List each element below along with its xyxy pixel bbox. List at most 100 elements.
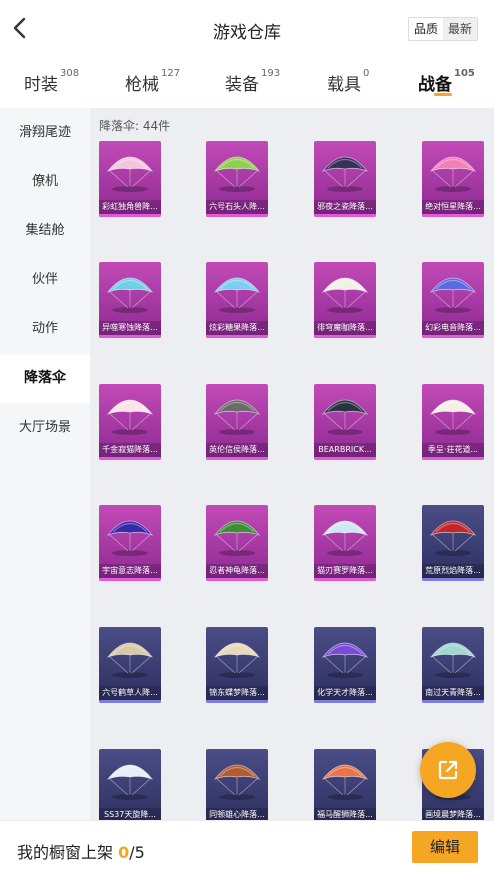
share-button[interactable] [420,742,476,798]
sidebar-item-glide-trail[interactable]: 滑翔尾迹 [0,108,90,157]
rarity-bar [206,335,268,338]
parachute-item-card[interactable]: 猫刃赛罗降落... [314,505,376,581]
parachute-name: 异噬寒蚀降落... [99,321,161,335]
tab-weapons[interactable]: 枪械127 [125,68,180,95]
parachute-name: BEARBRICK... [314,443,376,457]
sidebar-item-parachute[interactable]: 降落伞 [0,354,90,403]
parachute-name: 六号石头人降... [206,200,268,214]
edit-button[interactable]: 编辑 [412,831,478,863]
parachute-name: SS37天旋降... [99,808,161,820]
parachute-thumbnail [422,384,484,444]
item-grid-panel: 降落伞: 44件 彩虹独角兽降... 六号石头人降... 邪夜之瓷降落... 绝对恒星… [90,108,494,820]
tab-label: 载具 [327,75,361,95]
showcase-total: /5 [129,843,145,862]
sidebar-item-assembly-pod[interactable]: 集结舱 [0,206,90,255]
parachute-name: 忍者神龟降落... [206,564,268,578]
parachute-thumbnail [206,262,268,322]
parachute-name: 幻彩电音降落... [422,321,484,335]
parachute-name: 猫刃赛罗降落... [314,564,376,578]
parachute-thumbnail [314,627,376,687]
parachute-item-card[interactable]: 化学天才降落... [314,627,376,703]
sort-latest-button[interactable]: 最新 [442,18,477,40]
parachute-thumbnail [99,262,161,322]
sort-quality-button[interactable]: 品质 [408,18,443,40]
parachute-item-card[interactable]: 炫彩糖果降落... [206,262,268,338]
parachute-name: 同顿雄心降落... [206,808,268,820]
parachute-item-card[interactable]: 异噬寒蚀降落... [99,262,161,338]
parachute-item-card[interactable]: 六号鹤草人降... [99,627,161,703]
sidebar-item-companion[interactable]: 伙伴 [0,255,90,304]
parachute-item-card[interactable]: 千金寂猫降落... [99,384,161,460]
tab-label: 战备 [418,75,452,95]
parachute-thumbnail [99,384,161,444]
rarity-bar [422,335,484,338]
parachute-name: 英伦信侯降落... [206,443,268,457]
parachute-item-card[interactable]: 季呈·荘花道... [422,384,484,460]
parachute-thumbnail [422,141,484,201]
rarity-bar [422,700,484,703]
rarity-bar [314,457,376,460]
parachute-item-card[interactable]: 英伦信侯降落... [206,384,268,460]
parachute-item-card[interactable]: SS37天旋降... [99,749,161,820]
parachute-name: 福马醒狮降落... [314,808,376,820]
parachute-item-card[interactable]: BEARBRICK... [314,384,376,460]
parachute-name: 千金寂猫降落... [99,443,161,457]
item-count-label: 降落伞: 44件 [99,119,171,133]
rarity-bar [206,214,268,217]
sidebar-item-emote[interactable]: 动作 [0,304,90,353]
sort-toggle: 品质 最新 [407,17,478,41]
parachute-item-card[interactable]: 邪夜之瓷降落... [314,141,376,217]
tab-equipment[interactable]: 装备193 [225,68,280,95]
tab-count: 0 [363,68,370,79]
rarity-bar [422,457,484,460]
sidebar-item-wingman[interactable]: 僚机 [0,157,90,206]
parachute-item-card[interactable]: 锦东蝶梦降落... [206,627,268,703]
parachute-name: 南过天青降落... [422,686,484,700]
rarity-bar [314,214,376,217]
tab-readiness[interactable]: 战备105 [418,68,475,95]
parachute-item-card[interactable]: 南过天青降落... [422,627,484,703]
rarity-bar [422,578,484,581]
subcategory-sidebar: 滑翔尾迹 僚机 集结舱 伙伴 动作 降落伞 大厅场景 [0,108,90,820]
rarity-bar [206,578,268,581]
parachute-thumbnail [99,749,161,809]
parachute-item-card[interactable]: 徘穹魔咖降落... [314,262,376,338]
sidebar-item-lobby-scene[interactable]: 大厅场景 [0,403,90,452]
tab-fashion[interactable]: 时装308 [24,68,80,95]
share-external-icon [438,760,458,780]
parachute-item-card[interactable]: 绝对恒星降落... [422,141,484,217]
parachute-thumbnail [99,141,161,201]
parachute-item-card[interactable]: 忍者神龟降落... [206,505,268,581]
rarity-bar [99,214,161,217]
parachute-name: 邪夜之瓷降落... [314,200,376,214]
parachute-item-card[interactable]: 宇宙意志降落... [99,505,161,581]
parachute-name: 彩虹独角兽降... [99,200,161,214]
warehouse-screen: 游戏仓库 品质 最新 时装308 枪械127 装备193 载具0 战备105 滑… [0,0,494,875]
parachute-name: 宇宙意志降落... [99,564,161,578]
parachute-thumbnail [314,141,376,201]
rarity-bar [206,457,268,460]
parachute-thumbnail [99,627,161,687]
rarity-bar [99,578,161,581]
rarity-bar [99,700,161,703]
parachute-thumbnail [99,505,161,565]
active-tab-indicator [434,93,452,96]
parachute-item-card[interactable]: 六号石头人降... [206,141,268,217]
parachute-name: 锦东蝶梦降落... [206,686,268,700]
parachute-name: 徘穹魔咖降落... [314,321,376,335]
tab-vehicles[interactable]: 载具0 [327,68,370,95]
parachute-item-card[interactable]: 同顿雄心降落... [206,749,268,820]
parachute-thumbnail [206,505,268,565]
parachute-item-card[interactable]: 荒原烈焰降落... [422,505,484,581]
parachute-thumbnail [422,262,484,322]
tab-label: 装备 [225,75,259,95]
parachute-thumbnail [314,505,376,565]
rarity-bar [99,335,161,338]
parachute-item-card[interactable]: 幻彩电音降落... [422,262,484,338]
parachute-item-card[interactable]: 彩虹独角兽降... [99,141,161,217]
rarity-bar [314,578,376,581]
parachute-name: 化学天才降落... [314,686,376,700]
rarity-bar [314,335,376,338]
tab-count: 308 [60,68,80,79]
parachute-item-card[interactable]: 福马醒狮降落... [314,749,376,820]
